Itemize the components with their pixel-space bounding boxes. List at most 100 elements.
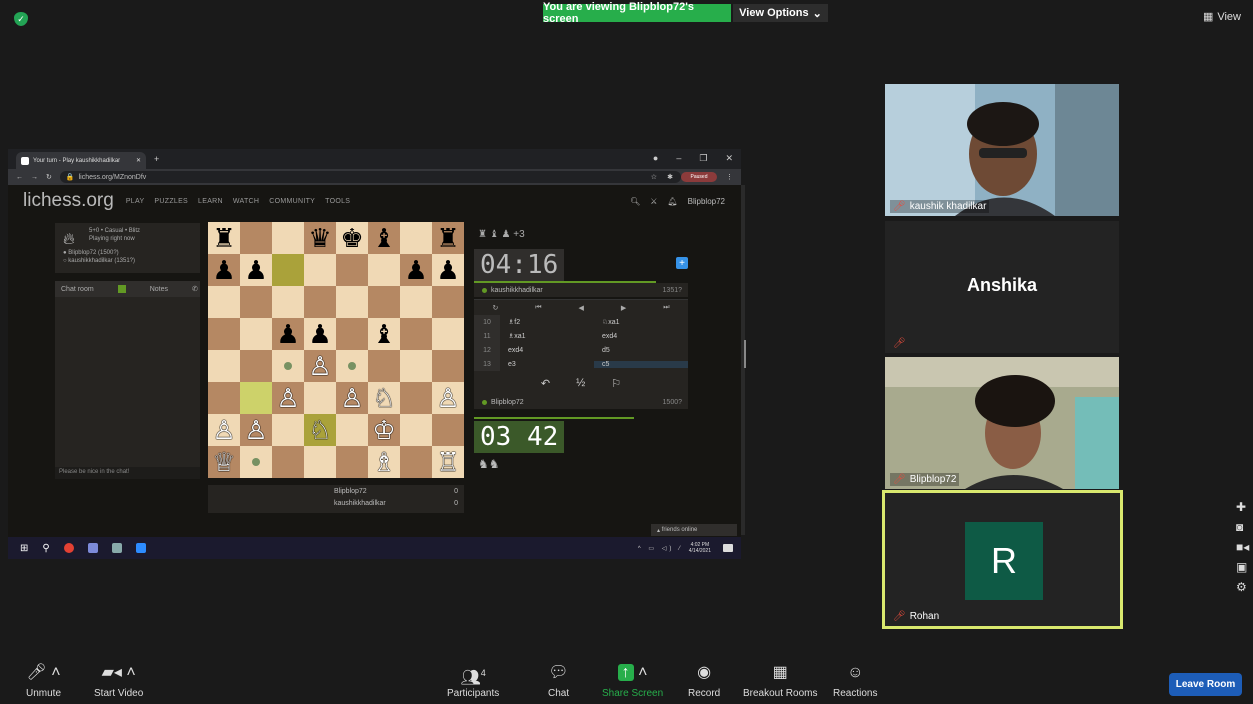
board-square[interactable]: ♟	[304, 318, 336, 350]
white-move[interactable]: e3	[500, 361, 594, 368]
board-square[interactable]: ♟	[400, 254, 432, 286]
nav-puzzles[interactable]: PUZZLES	[154, 198, 188, 205]
player-black[interactable]: kaushikkhadilkar (1351?)	[68, 258, 135, 264]
unmute-button[interactable]: 🎤︎ ˄ Unmute	[26, 664, 61, 699]
board-square[interactable]	[336, 446, 368, 478]
board-square[interactable]: ♖	[432, 446, 464, 478]
board-square[interactable]	[400, 286, 432, 318]
zoom-icon[interactable]	[135, 543, 146, 553]
nav-community[interactable]: COMMUNITY	[269, 198, 315, 205]
board-square[interactable]: ♟	[208, 254, 240, 286]
board-square[interactable]: ♙	[240, 414, 272, 446]
board-square[interactable]: ♙	[336, 382, 368, 414]
board-square[interactable]: ♘	[368, 382, 400, 414]
board-square[interactable]: ♟	[272, 318, 304, 350]
board-square[interactable]	[336, 318, 368, 350]
chat-button[interactable]: 💬︎ Chat	[548, 664, 569, 699]
security-shield-icon[interactable]: ✓	[14, 12, 28, 26]
board-square[interactable]	[400, 318, 432, 350]
board-square[interactable]: ♕	[208, 446, 240, 478]
board-square[interactable]: ♘	[304, 414, 336, 446]
board-square[interactable]	[208, 318, 240, 350]
board-square[interactable]	[336, 414, 368, 446]
close-icon[interactable]: ✕	[136, 157, 141, 164]
video-tile-anshika[interactable]: Anshika 🎤︎	[885, 221, 1119, 353]
tab-notes[interactable]: Notes	[150, 286, 168, 293]
address-bar[interactable]: 🔒 lichess.org/MZnonDfv	[59, 171, 681, 183]
black-piece[interactable]: ♝	[372, 222, 395, 254]
board-square[interactable]	[272, 414, 304, 446]
white-piece[interactable]: ♖	[436, 446, 459, 478]
board-square[interactable]	[240, 350, 272, 382]
black-move[interactable]: c5	[594, 360, 688, 368]
record-button[interactable]: ◉ Record	[688, 664, 720, 699]
white-piece[interactable]: ♕	[212, 446, 235, 478]
board-square[interactable]: ♙	[272, 382, 304, 414]
board-square[interactable]: ♙	[304, 350, 336, 382]
black-move[interactable]: exd4	[594, 333, 688, 340]
white-move[interactable]: exd4	[500, 347, 594, 354]
board-square[interactable]	[432, 350, 464, 382]
minimize-icon[interactable]: –	[676, 153, 681, 164]
player-name[interactable]: Blipblop72	[491, 399, 524, 406]
bell-icon[interactable]: 🔔︎	[667, 197, 677, 206]
breakout-rooms-button[interactable]: ▦ Breakout Rooms	[743, 664, 817, 699]
white-piece[interactable]: ♔	[372, 414, 395, 446]
split-divider[interactable]	[744, 340, 746, 368]
board-square[interactable]: ♗	[368, 446, 400, 478]
board-square[interactable]	[432, 318, 464, 350]
extensions-icon[interactable]: ✱	[667, 173, 673, 181]
white-piece[interactable]: ♘	[372, 382, 395, 414]
takeback-icon[interactable]: ↶	[541, 377, 550, 390]
board-square[interactable]	[272, 254, 304, 286]
image-icon[interactable]: ▣	[1236, 560, 1249, 574]
reactions-button[interactable]: ☺︎ Reactions	[833, 664, 877, 699]
camera-icon[interactable]: ◙	[1236, 520, 1249, 534]
black-piece[interactable]: ♝	[372, 318, 395, 350]
lichess-logo[interactable]: lichess.org	[23, 190, 114, 212]
board-square[interactable]	[304, 382, 336, 414]
first-move-icon[interactable]: ⏮	[535, 304, 541, 312]
resign-flag-icon[interactable]: ⚐	[611, 377, 621, 390]
board-square[interactable]	[304, 446, 336, 478]
board-square[interactable]	[368, 350, 400, 382]
board-square[interactable]	[240, 286, 272, 318]
back-icon[interactable]: ←	[16, 174, 23, 181]
board-square[interactable]	[208, 382, 240, 414]
white-piece[interactable]: ♙	[212, 414, 235, 446]
board-square[interactable]: ♚	[336, 222, 368, 254]
pin-icon[interactable]: ✚	[1236, 500, 1249, 514]
player-white[interactable]: Blipblop72 (1500?)	[68, 250, 118, 256]
black-piece[interactable]: ♟	[308, 318, 331, 350]
black-piece[interactable]: ♜	[212, 222, 235, 254]
board-square[interactable]	[272, 222, 304, 254]
restore-icon[interactable]: ❐	[699, 153, 707, 164]
menu-icon[interactable]: ⋮	[726, 173, 733, 181]
view-button[interactable]: ▦ View	[1203, 10, 1241, 24]
video-tile-blipblop72[interactable]: 🎤︎ Blipblop72	[885, 357, 1119, 489]
browser-tab[interactable]: Your turn - Play kaushikkhadilkar ✕	[16, 152, 146, 169]
paused-profile-badge[interactable]: Paused	[681, 172, 717, 182]
white-piece[interactable]: ♙	[244, 414, 267, 446]
add-time-button[interactable]: +	[676, 257, 688, 269]
black-piece[interactable]: ♜	[436, 222, 459, 254]
tab-chat-room[interactable]: Chat room	[61, 286, 94, 293]
board-square[interactable]	[240, 382, 272, 414]
board-square[interactable]	[272, 446, 304, 478]
app-icon[interactable]	[87, 543, 98, 553]
white-piece[interactable]: ♙	[276, 382, 299, 414]
search-icon[interactable]: 🔍︎	[630, 197, 640, 206]
white-piece[interactable]: ♗	[372, 446, 395, 478]
leave-room-button[interactable]: Leave Room	[1169, 673, 1242, 696]
board-square[interactable]	[368, 254, 400, 286]
new-tab-icon[interactable]: +	[154, 154, 159, 164]
board-square[interactable]	[400, 446, 432, 478]
board-square[interactable]: ♔	[368, 414, 400, 446]
forward-icon[interactable]: →	[31, 174, 38, 181]
star-icon[interactable]: ☆	[651, 173, 657, 181]
notifications-icon[interactable]	[723, 544, 733, 552]
black-move[interactable]: ♘xa1	[594, 318, 688, 326]
board-square[interactable]: ♟	[432, 254, 464, 286]
board-square[interactable]	[272, 350, 304, 382]
flip-board-icon[interactable]: ↻	[492, 304, 498, 312]
